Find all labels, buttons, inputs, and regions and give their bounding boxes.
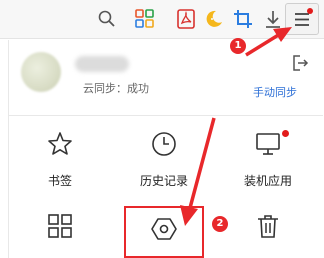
tile-more-apps[interactable] xyxy=(15,212,105,258)
divider xyxy=(9,115,323,116)
tile-settings[interactable] xyxy=(119,215,209,258)
avatar[interactable] xyxy=(21,52,61,92)
history-clock-icon xyxy=(152,132,176,156)
browser-toolbar xyxy=(0,0,324,39)
tile-history[interactable]: 历史记录 xyxy=(119,130,209,196)
search-icon[interactable] xyxy=(96,8,118,30)
browser-menu-panel: 云同步：成功 手动同步 书签 历史记录 装机应用 xyxy=(8,40,323,258)
settings-hexagon-icon xyxy=(151,218,177,240)
tile-label-apps: 装机应用 xyxy=(243,174,292,188)
notification-dot xyxy=(307,8,313,14)
step-badge-2: 2 xyxy=(212,216,228,232)
logout-icon[interactable] xyxy=(291,54,309,72)
tile-clear-data[interactable] xyxy=(223,212,313,258)
username-blurred xyxy=(75,56,129,72)
manual-sync-link[interactable]: 手动同步 xyxy=(253,84,297,100)
download-icon[interactable] xyxy=(262,8,284,30)
tile-bookmarks[interactable]: 书签 xyxy=(15,130,105,196)
notification-dot xyxy=(282,130,289,137)
apps-grid-icon[interactable] xyxy=(134,8,156,30)
tile-label-bookmarks: 书签 xyxy=(47,174,72,188)
tile-apps[interactable]: 装机应用 xyxy=(223,130,313,196)
trash-icon xyxy=(258,215,278,238)
pdf-icon[interactable] xyxy=(175,8,197,30)
menu-icon xyxy=(295,13,309,26)
grid-icon xyxy=(48,214,72,238)
sync-status-text: 云同步：成功 xyxy=(83,82,149,95)
star-icon xyxy=(48,132,72,155)
night-mode-icon[interactable] xyxy=(203,8,225,30)
monitor-icon xyxy=(256,133,280,155)
tile-label-history: 历史记录 xyxy=(139,174,188,188)
crop-icon[interactable] xyxy=(232,8,254,30)
menu-button[interactable] xyxy=(285,3,319,35)
step-badge-1: 1 xyxy=(230,38,246,54)
